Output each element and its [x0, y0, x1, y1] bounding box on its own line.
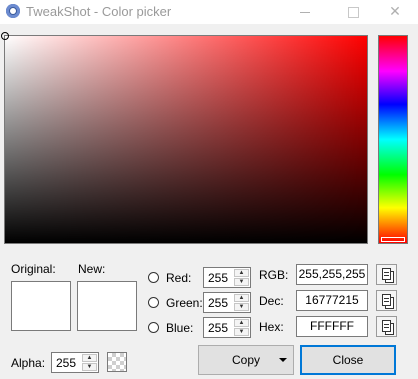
alpha-label: Alpha:	[11, 356, 46, 370]
blue-stepper[interactable]: 255 ▲ ▼	[203, 317, 251, 338]
red-label: Red:	[166, 271, 192, 285]
copy-hex-button[interactable]	[376, 316, 397, 337]
red-down-arrow-icon[interactable]: ▼	[234, 278, 249, 286]
copy-button-label: Copy	[231, 353, 260, 367]
alpha-preview-swatch	[107, 352, 127, 372]
blue-down-arrow-icon[interactable]: ▼	[234, 328, 249, 336]
new-label: New:	[78, 262, 106, 276]
hue-slider[interactable]	[378, 35, 408, 244]
alpha-up-arrow-icon[interactable]: ▲	[82, 354, 97, 362]
red-value: 255	[208, 271, 229, 285]
chevron-down-icon[interactable]	[279, 358, 287, 362]
copy-rgb-button[interactable]	[376, 264, 397, 285]
red-up-arrow-icon[interactable]: ▲	[234, 269, 249, 277]
blue-label: Blue:	[166, 321, 194, 335]
rgb-field[interactable]: 255,255,255	[296, 264, 368, 285]
green-down-arrow-icon[interactable]: ▼	[234, 303, 249, 311]
title-bar: TweakShot - Color picker ✕	[0, 0, 418, 24]
green-value: 255	[208, 296, 229, 310]
minimize-icon	[300, 11, 310, 13]
green-radio[interactable]	[148, 297, 159, 308]
dec-field[interactable]: 16777215	[296, 290, 368, 311]
minimize-button[interactable]	[282, 0, 328, 24]
alpha-down-arrow-icon[interactable]: ▼	[82, 363, 97, 371]
maximize-icon	[347, 6, 359, 18]
dec-label: Dec:	[259, 294, 284, 308]
blue-radio[interactable]	[148, 322, 159, 333]
original-color-swatch[interactable]	[11, 281, 71, 331]
close-button[interactable]: Close	[300, 345, 396, 375]
rgb-label: RGB:	[259, 268, 289, 282]
window-title: TweakShot - Color picker	[26, 4, 172, 19]
app-icon	[6, 4, 20, 18]
blue-up-arrow-icon[interactable]: ▲	[234, 319, 249, 327]
green-up-arrow-icon[interactable]: ▲	[234, 294, 249, 302]
close-window-button[interactable]: ✕	[372, 0, 418, 24]
red-radio[interactable]	[148, 272, 159, 283]
red-stepper[interactable]: 255 ▲ ▼	[203, 267, 251, 288]
copy-button[interactable]: Copy	[198, 345, 294, 375]
original-label: Original:	[11, 262, 56, 276]
alpha-stepper[interactable]: 255 ▲ ▼	[51, 352, 99, 373]
hex-label: Hex:	[259, 320, 284, 334]
hue-slider-marker[interactable]	[381, 237, 405, 242]
hex-field[interactable]: FFFFFF	[296, 316, 368, 337]
green-stepper[interactable]: 255 ▲ ▼	[203, 292, 251, 313]
alpha-value: 255	[56, 356, 77, 370]
new-color-swatch	[77, 281, 137, 331]
green-label: Green:	[166, 296, 203, 310]
copy-dec-button[interactable]	[376, 290, 397, 311]
saturation-value-picker[interactable]	[1, 32, 368, 244]
maximize-button[interactable]	[330, 0, 376, 24]
picker-cursor[interactable]	[1, 32, 9, 40]
close-button-label: Close	[332, 353, 364, 367]
close-icon: ✕	[389, 3, 401, 19]
blue-value: 255	[208, 321, 229, 335]
